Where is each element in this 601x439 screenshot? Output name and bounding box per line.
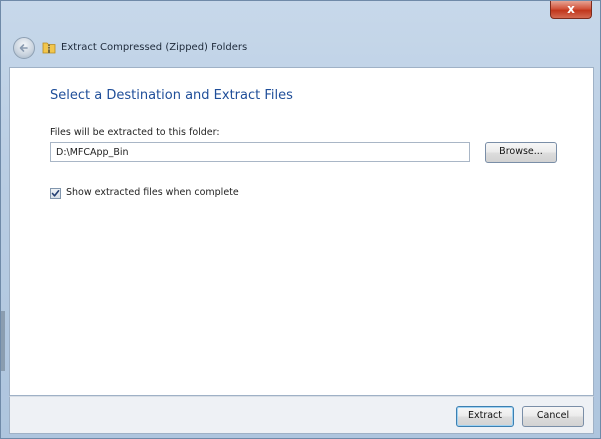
page-heading: Select a Destination and Extract Files [50,88,293,103]
wizard-header: Extract Compressed (Zipped) Folders [9,31,594,65]
zip-folder-icon [42,42,56,54]
content-area: Select a Destination and Extract Files F… [9,67,594,396]
close-button[interactable]: x [550,1,592,19]
extract-button[interactable]: Extract [456,406,514,427]
checkmark-icon [51,190,60,197]
cancel-button[interactable]: Cancel [522,406,584,427]
destination-path-input[interactable] [50,142,470,162]
browse-button[interactable]: Browse... [485,142,557,163]
window-frame: x Extract Compressed (Zipped) Folders Se… [0,0,601,439]
show-files-label: Show extracted files when complete [66,187,239,198]
back-arrow-icon [19,44,28,52]
close-icon: x [567,2,575,16]
destination-label: Files will be extracted to this folder: [50,127,220,138]
back-button[interactable] [13,37,35,59]
window-title: Extract Compressed (Zipped) Folders [61,42,248,53]
show-files-checkbox[interactable] [50,188,61,199]
frame-edge-shadow [1,311,5,371]
button-bar: Extract Cancel [9,396,594,434]
